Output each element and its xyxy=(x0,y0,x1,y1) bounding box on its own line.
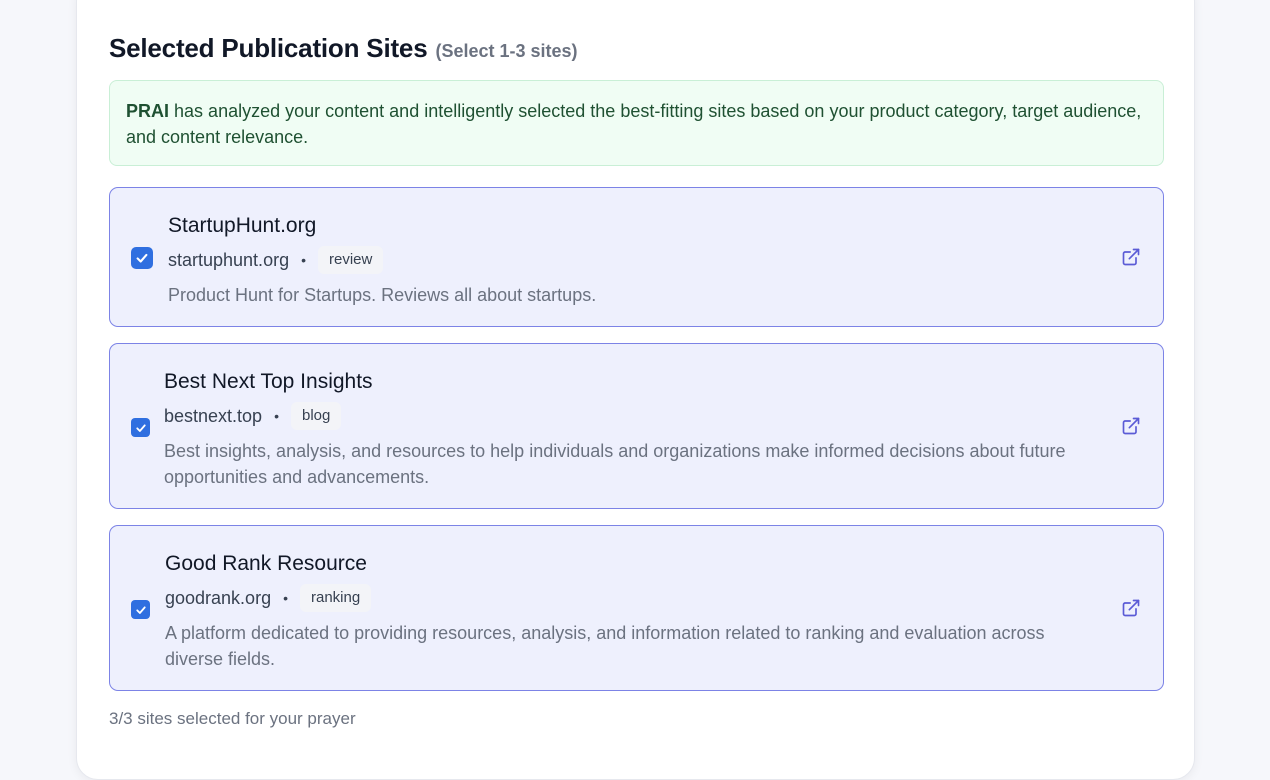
notice-brand: PRAI xyxy=(126,101,170,121)
site-checkbox-goodrank[interactable] xyxy=(131,600,150,619)
site-name: Best Next Top Insights xyxy=(164,370,373,393)
site-meta: bestnext.top • blog xyxy=(164,402,1084,430)
site-info: Good Rank Resource goodrank.org • rankin… xyxy=(165,551,1085,672)
site-name: StartupHunt.org xyxy=(168,214,317,237)
site-card-startuphunt[interactable]: StartupHunt.org startuphunt.org • review… xyxy=(109,187,1164,327)
meta-separator: • xyxy=(283,590,288,606)
checkmark-icon xyxy=(135,605,146,614)
ai-notice-banner: PRAI has analyzed your content and intel… xyxy=(109,80,1164,166)
external-link-icon[interactable] xyxy=(1121,247,1141,267)
site-description: Best insights, analysis, and resources t… xyxy=(164,441,1066,487)
checkmark-icon xyxy=(135,423,146,432)
site-card-bestnext[interactable]: Best Next Top Insights bestnext.top • bl… xyxy=(109,343,1164,509)
meta-separator: • xyxy=(301,252,306,268)
site-card-goodrank[interactable]: Good Rank Resource goodrank.org • rankin… xyxy=(109,525,1164,691)
section-heading: Selected Publication Sites (Select 1-3 s… xyxy=(109,33,578,64)
notice-text: has analyzed your content and intelligen… xyxy=(126,101,1142,147)
meta-separator: • xyxy=(274,408,279,424)
site-domain: startuphunt.org xyxy=(168,249,290,270)
checkmark-icon xyxy=(136,253,148,263)
site-description: Product Hunt for Startups. Reviews all a… xyxy=(168,285,597,305)
site-category-tag: ranking xyxy=(299,584,372,612)
site-checkbox-startuphunt[interactable] xyxy=(131,247,153,269)
site-category-tag: blog xyxy=(290,402,342,430)
site-meta: goodrank.org • ranking xyxy=(165,584,1085,612)
site-domain: goodrank.org xyxy=(165,587,272,608)
site-domain: bestnext.top xyxy=(164,405,263,426)
site-info: Best Next Top Insights bestnext.top • bl… xyxy=(164,369,1084,490)
site-meta: startuphunt.org • review xyxy=(168,246,1088,274)
publication-sites-panel: Selected Publication Sites (Select 1-3 s… xyxy=(76,0,1195,780)
selection-hint: (Select 1-3 sites) xyxy=(435,41,578,61)
external-link-icon[interactable] xyxy=(1121,598,1141,618)
section-title: Selected Publication Sites xyxy=(109,33,428,63)
site-category-tag: review xyxy=(317,246,384,274)
site-name: Good Rank Resource xyxy=(165,552,367,575)
external-link-icon[interactable] xyxy=(1121,416,1141,436)
site-description: A platform dedicated to providing resour… xyxy=(165,623,1045,669)
site-checkbox-bestnext[interactable] xyxy=(131,418,150,437)
site-info: StartupHunt.org startuphunt.org • review… xyxy=(168,213,1088,308)
selection-count: 3/3 sites selected for your prayer xyxy=(109,709,356,728)
